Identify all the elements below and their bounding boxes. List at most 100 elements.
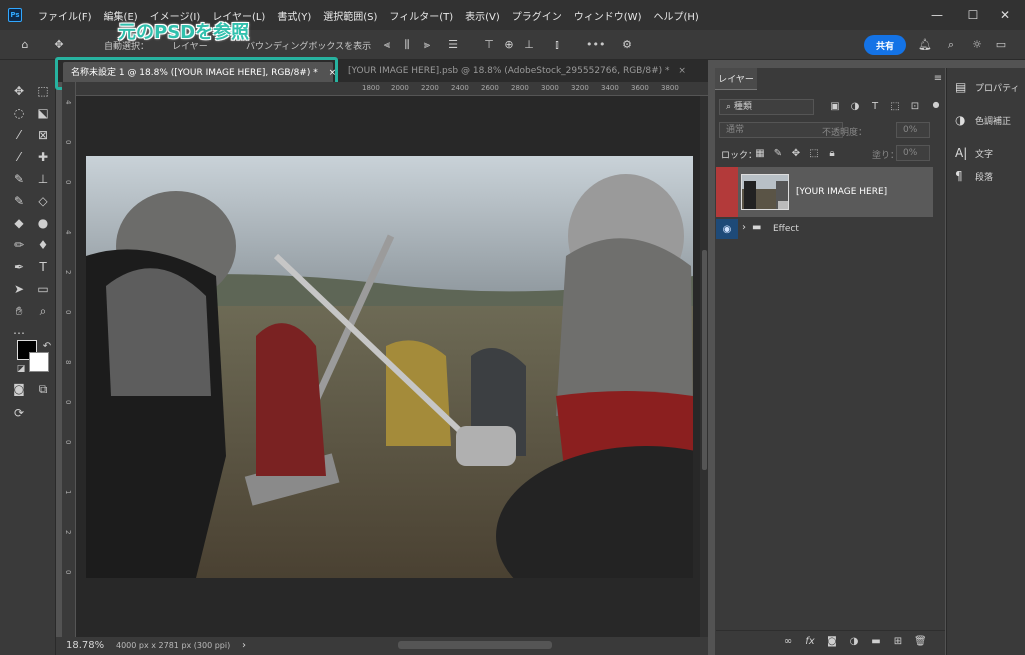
workspace-icon[interactable]: ▭ bbox=[994, 38, 1008, 52]
close-button[interactable]: ✕ bbox=[985, 0, 1025, 30]
zoom-level[interactable]: 18.78% bbox=[66, 640, 104, 651]
trash-icon[interactable]: 🗑︎ bbox=[914, 636, 927, 648]
pixel-filter-icon[interactable]: ▣ bbox=[829, 101, 841, 113]
ruler-tick: 1800 bbox=[362, 84, 380, 92]
dock-properties[interactable]: ▤ プロパティ bbox=[955, 80, 1019, 94]
gear-icon[interactable]: ⚙ bbox=[620, 38, 634, 52]
adjustment-layer-icon[interactable]: ◑ bbox=[848, 636, 860, 648]
document-image[interactable] bbox=[86, 156, 693, 578]
search-icon[interactable]: ⌕ bbox=[944, 38, 958, 52]
share-button[interactable]: 共有 bbox=[864, 35, 906, 55]
lock-pixels-icon[interactable]: ✎ bbox=[772, 148, 784, 160]
new-group-icon[interactable]: ▬ bbox=[870, 636, 882, 648]
lock-artboard-icon[interactable]: ⬚ bbox=[808, 148, 820, 160]
align-top-icon[interactable]: ⊤ bbox=[482, 38, 496, 52]
adjustment-filter-icon[interactable]: ◑ bbox=[849, 101, 861, 113]
healing-brush-icon[interactable]: ✚ bbox=[34, 148, 52, 166]
shape-filter-icon[interactable]: ⬚ bbox=[889, 101, 901, 113]
eraser-tool-icon[interactable]: ◇ bbox=[34, 192, 52, 210]
menu-select[interactable]: 選択範囲(S) bbox=[317, 8, 383, 23]
lasso-tool-icon[interactable]: ◌ bbox=[10, 104, 28, 122]
object-select-icon[interactable]: ⬕ bbox=[34, 104, 52, 122]
vertical-scroll-thumb[interactable] bbox=[702, 250, 707, 470]
tab-psb-document[interactable]: [YOUR IMAGE HERE].psb @ 18.8% (AdobeStoc… bbox=[340, 60, 686, 82]
lock-transparent-icon[interactable]: ▦ bbox=[754, 148, 766, 160]
filter-toggle-icon[interactable]: ● bbox=[930, 99, 942, 111]
background-color-swatch[interactable] bbox=[29, 352, 49, 372]
magic-wand-icon[interactable]: ⁄ bbox=[10, 126, 28, 144]
layer-name[interactable]: [YOUR IMAGE HERE] bbox=[796, 187, 887, 197]
distribute-vertical-icon[interactable]: ⫾ bbox=[550, 38, 564, 52]
rectangle-tool-icon[interactable]: ▭ bbox=[34, 280, 52, 298]
align-middle-icon[interactable]: ⊕ bbox=[502, 38, 516, 52]
zoom-tool-icon[interactable]: ⌕ bbox=[34, 302, 52, 320]
tab-layers[interactable]: レイヤー bbox=[715, 68, 757, 90]
link-icon[interactable]: ∞ bbox=[782, 636, 794, 648]
default-colors-icon[interactable]: ◪ bbox=[12, 360, 30, 378]
close-tab-icon[interactable]: × bbox=[678, 66, 686, 76]
more-options-button[interactable]: ••• bbox=[586, 38, 605, 51]
new-layer-icon[interactable]: ⊞ bbox=[892, 636, 904, 648]
bell-icon[interactable]: 🔔︎ bbox=[918, 38, 932, 52]
lightbulb-icon[interactable]: ☼ bbox=[970, 38, 984, 52]
menu-type[interactable]: 書式(Y) bbox=[271, 8, 317, 23]
align-left-icon[interactable]: ⫷ bbox=[380, 38, 394, 52]
eyedropper-icon[interactable]: ⁄ bbox=[10, 148, 28, 166]
type-tool-icon[interactable]: T bbox=[34, 258, 52, 276]
brush-tool-icon[interactable]: ✎ bbox=[10, 170, 28, 188]
document-info[interactable]: 4000 px x 2781 px (300 ppi) bbox=[116, 641, 230, 650]
type-filter-icon[interactable]: T bbox=[869, 101, 881, 113]
bounding-box-checkbox[interactable]: バウンディングボックスを表示 bbox=[246, 39, 371, 52]
menu-help[interactable]: ヘルプ(H) bbox=[647, 8, 704, 23]
align-bottom-icon[interactable]: ⊥ bbox=[522, 38, 536, 52]
panel-menu-icon[interactable]: ≡ bbox=[932, 73, 944, 85]
generate-icon[interactable]: ⟳ bbox=[10, 404, 28, 422]
paint-bucket-icon[interactable]: ◆ bbox=[10, 214, 28, 232]
menu-file[interactable]: ファイル(F) bbox=[32, 8, 98, 23]
quick-mask-icon[interactable]: ◙ bbox=[10, 380, 28, 398]
move-tool-icon[interactable]: ✥ bbox=[52, 38, 66, 52]
mask-icon[interactable]: ◙ bbox=[826, 636, 838, 648]
fx-icon[interactable]: fx bbox=[804, 636, 816, 648]
layer-name[interactable]: Effect bbox=[773, 224, 799, 234]
dock-adjustments[interactable]: ◑ 色調補正 bbox=[955, 113, 1011, 127]
home-icon[interactable]: ⌂ bbox=[18, 38, 32, 52]
marquee-tool-icon[interactable]: ⬚ bbox=[34, 82, 52, 100]
crop-tool-icon[interactable]: ⊠ bbox=[34, 126, 52, 144]
align-center-icon[interactable]: ⫼ bbox=[400, 38, 414, 52]
stamp-tool-icon[interactable]: ⊥ bbox=[34, 170, 52, 188]
dodge-tool-icon[interactable]: ✏ bbox=[10, 236, 28, 254]
minimize-button[interactable]: — bbox=[917, 0, 957, 30]
opacity-field[interactable]: 0% bbox=[896, 122, 930, 138]
menu-filter[interactable]: フィルター(T) bbox=[383, 8, 459, 23]
dock-character[interactable]: A| 文字 bbox=[955, 146, 993, 160]
menu-window[interactable]: ウィンドウ(W) bbox=[568, 8, 648, 23]
horizontal-scroll-thumb[interactable] bbox=[398, 641, 552, 649]
layer-filter-dropdown[interactable]: ⌕ 種類 bbox=[719, 99, 814, 115]
smart-object-filter-icon[interactable]: ⊡ bbox=[909, 101, 921, 113]
hand-tool-icon[interactable]: ✋︎ bbox=[10, 302, 28, 320]
menu-view[interactable]: 表示(V) bbox=[459, 8, 506, 23]
chevron-right-icon[interactable]: › bbox=[742, 222, 746, 233]
eye-icon[interactable]: ◉ bbox=[716, 219, 738, 239]
fill-field[interactable]: 0% bbox=[896, 145, 930, 161]
pen-tool-icon[interactable]: ✒ bbox=[10, 258, 28, 276]
blur-tool-icon[interactable]: ● bbox=[34, 214, 52, 232]
ruler-tick: 2 bbox=[64, 530, 72, 535]
status-arrow-icon[interactable]: › bbox=[242, 640, 246, 651]
burn-tool-icon[interactable]: ♦ bbox=[34, 236, 52, 254]
lock-all-icon[interactable]: 🔒︎ bbox=[826, 148, 838, 160]
status-bar: 18.78% 4000 px x 2781 px (300 ppi) › bbox=[56, 637, 708, 655]
lock-position-icon[interactable]: ✥ bbox=[790, 148, 802, 160]
layer-visibility-toggle[interactable] bbox=[716, 167, 738, 217]
path-select-icon[interactable]: ➤ bbox=[10, 280, 28, 298]
menu-plugins[interactable]: プラグイン bbox=[506, 8, 568, 23]
history-brush-icon[interactable]: ✎ bbox=[10, 192, 28, 210]
screen-mode-icon[interactable]: ⧉ bbox=[34, 380, 52, 398]
distribute-icon[interactable]: ☰ bbox=[446, 38, 460, 52]
dock-paragraph[interactable]: ¶ 段落 bbox=[955, 169, 993, 183]
move-tool-icon[interactable]: ✥ bbox=[10, 82, 28, 100]
ruler-tick: 4 bbox=[64, 230, 72, 235]
align-right-icon[interactable]: ⫸ bbox=[420, 38, 434, 52]
layer-row-group[interactable] bbox=[716, 219, 933, 239]
